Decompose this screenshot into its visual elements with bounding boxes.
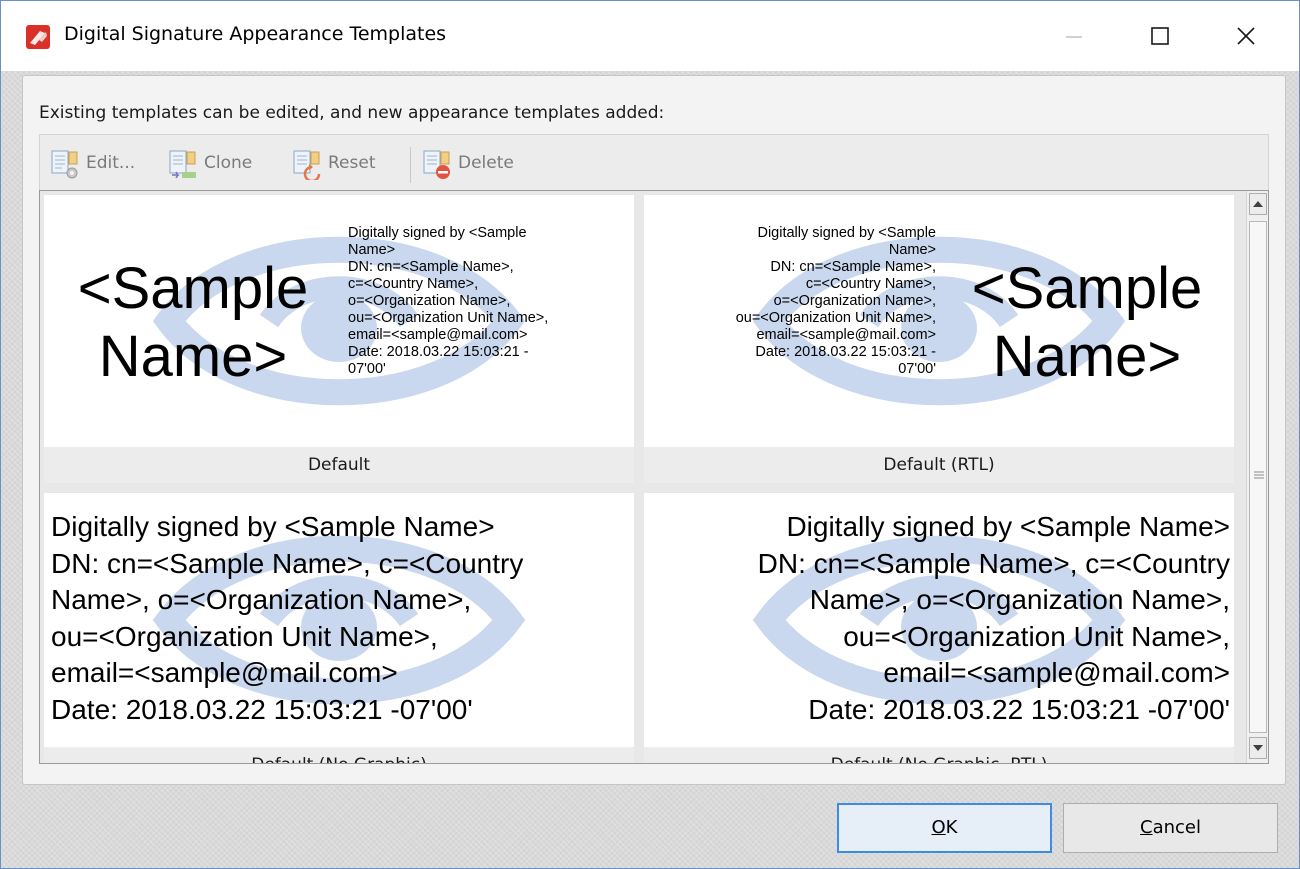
details-line: Name>, o=<Organization Name>, (51, 584, 472, 616)
details-line: DN: cn=<Sample Name>, c=<Country (51, 547, 524, 579)
template-caption: Default (No Graphic, RTL) (644, 747, 1234, 763)
scroll-up-icon (1253, 201, 1263, 207)
close-button[interactable] (1219, 11, 1273, 61)
window-title: Digital Signature Appearance Templates (64, 23, 447, 45)
sample-name-line-2: Name> (98, 324, 288, 389)
edit-button-label: Edit... (86, 153, 136, 173)
title-bar[interactable]: Digital Signature Appearance Templates (1, 1, 1299, 71)
clone-button[interactable]: Clone (168, 147, 278, 181)
details-line: o=<Organization Name>, (348, 293, 511, 309)
details-line: email=<sample@mail.com> (883, 657, 1230, 689)
dialog-window: Digital Signature Appearance Templates E… (0, 0, 1300, 869)
signature-details: Digitally signed by <Sample Name> DN: cn… (648, 225, 936, 378)
edit-template-icon (51, 150, 78, 179)
details-line: Name>, o=<Organization Name>, (809, 584, 1230, 616)
reset-button-label: Reset (328, 153, 376, 173)
minimize-icon (1066, 36, 1082, 38)
details-line: ou=<Organization Unit Name>, (348, 310, 549, 326)
instruction-text: Existing templates can be edited, and ne… (39, 103, 665, 123)
delete-button-label: Delete (458, 153, 514, 173)
template-card-default[interactable]: <Sample Name> Digitally signed by <Sampl… (44, 195, 634, 447)
details-line: ou=<Organization Unit Name>, (843, 620, 1230, 652)
details-line: Digitally signed by <Sample (348, 225, 527, 241)
reset-template-icon (293, 150, 321, 180)
templates-list[interactable]: <Sample Name> Digitally signed by <Sampl… (39, 190, 1269, 764)
clone-template-icon (169, 150, 196, 179)
details-line: email=<sample@mail.com> (51, 657, 398, 689)
vertical-scrollbar[interactable] (1246, 191, 1268, 763)
signature-details-full: Digitally signed by <Sample Name> DN: cn… (758, 509, 1230, 729)
sample-name-line-2: Name> (992, 324, 1182, 389)
details-line: o=<Organization Name>, (773, 293, 936, 309)
close-icon (1237, 27, 1255, 45)
details-line: Name> (888, 242, 936, 258)
details-line: Digitally signed by <Sample Name> (51, 511, 495, 542)
clone-button-label: Clone (204, 153, 253, 173)
details-line: DN: cn=<Sample Name>, (348, 259, 514, 275)
template-card-no-graphic-rtl[interactable]: Digitally signed by <Sample Name> DN: cn… (644, 493, 1234, 747)
signature-details-full: Digitally signed by <Sample Name> DN: cn… (51, 509, 523, 729)
scrollbar-thumb[interactable] (1249, 221, 1267, 733)
templates-panel: Existing templates can be edited, and ne… (22, 75, 1286, 785)
delete-button[interactable]: Delete (422, 147, 542, 181)
template-caption: Default (RTL) (644, 447, 1234, 483)
template-caption: Default (No Graphic) (44, 747, 634, 763)
scroll-down-button[interactable] (1249, 737, 1267, 759)
details-line: DN: cn=<Sample Name>, (770, 259, 936, 275)
details-line: Name> (348, 242, 396, 258)
details-line: ou=<Organization Unit Name>, (735, 310, 936, 326)
cancel-label-rest: ancel (1152, 817, 1201, 838)
sample-name-line-1: <Sample (77, 256, 309, 321)
toolbar-separator (410, 147, 411, 183)
dialog-body: Existing templates can be edited, and ne… (1, 71, 1299, 868)
template-card-default-rtl[interactable]: Digitally signed by <Sample Name> DN: cn… (644, 195, 1234, 447)
scroll-up-button[interactable] (1249, 193, 1267, 215)
details-line: Date: 2018.03.22 15:03:21 - (755, 344, 936, 360)
details-line: Digitally signed by <Sample (757, 225, 936, 241)
templates-toolbar: Edit... Clone Reset Delete (39, 134, 1269, 191)
details-line: Digitally signed by <Sample Name> (786, 511, 1230, 542)
details-line: 07'00' (348, 361, 386, 377)
ok-button[interactable]: OK (837, 803, 1052, 853)
details-line: email=<sample@mail.com> (756, 327, 936, 343)
app-logo-icon (26, 25, 50, 49)
details-line: ou=<Organization Unit Name>, (51, 620, 438, 652)
details-line: c=<Country Name>, (348, 276, 479, 292)
cancel-button[interactable]: Cancel (1063, 803, 1278, 853)
details-line: email=<sample@mail.com> (348, 327, 528, 343)
scrollbar-grip-icon (1254, 470, 1264, 480)
ok-mnemonic: O (931, 817, 946, 838)
template-card-no-graphic[interactable]: Digitally signed by <Sample Name> DN: cn… (44, 493, 634, 747)
edit-button[interactable]: Edit... (50, 147, 160, 181)
details-line: Date: 2018.03.22 15:03:21 -07'00' (51, 693, 473, 725)
reset-button[interactable]: Reset (292, 147, 402, 181)
cancel-mnemonic: C (1140, 817, 1153, 838)
signature-details: Digitally signed by <Sample Name> DN: cn… (348, 225, 632, 378)
details-line: DN: cn=<Sample Name>, c=<Country (757, 547, 1230, 579)
maximize-icon (1151, 27, 1169, 45)
delete-template-icon (423, 150, 450, 179)
template-caption: Default (44, 447, 634, 483)
ok-label-rest: K (945, 817, 958, 838)
details-line: Date: 2018.03.22 15:03:21 -07'00' (808, 693, 1230, 725)
maximize-button[interactable] (1133, 11, 1187, 61)
details-line: c=<Country Name>, (805, 276, 936, 292)
details-line: Date: 2018.03.22 15:03:21 - (348, 344, 529, 360)
minimize-button[interactable] (1047, 11, 1101, 61)
details-line: 07'00' (898, 361, 936, 377)
sample-name-line-1: <Sample (971, 256, 1203, 321)
scroll-down-icon (1253, 745, 1263, 751)
